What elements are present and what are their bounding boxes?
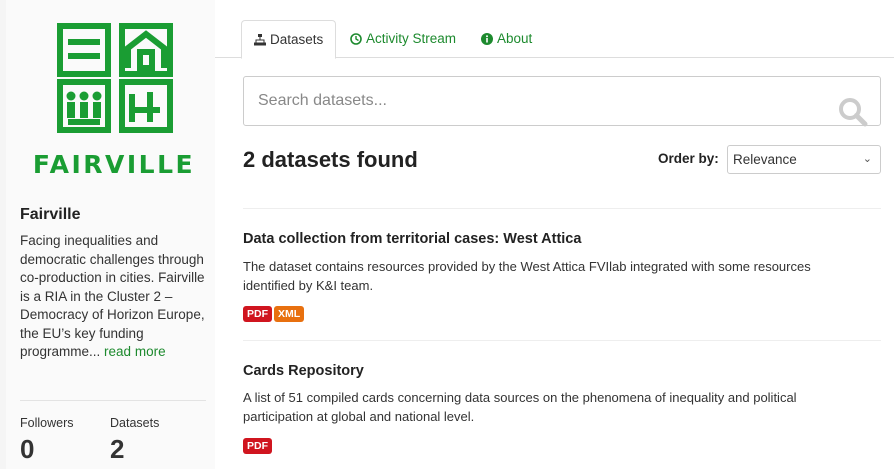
format-badge-pdf[interactable]: PDF <box>243 306 272 322</box>
clock-icon <box>350 33 362 45</box>
tab-datasets-label: Datasets <box>270 32 324 47</box>
brand-wordmark: FAIRVILLE <box>32 150 196 179</box>
datasets-stat: Datasets 2 <box>110 416 159 464</box>
organization-description: Facing inequalities and democratic chall… <box>20 232 206 362</box>
dataset-title[interactable]: Cards Repository <box>243 363 364 379</box>
datasets-count: 2 <box>110 434 125 464</box>
dataset-formats: PDF XML <box>243 304 306 322</box>
followers-label: Followers <box>20 416 74 430</box>
tab-activity-stream[interactable]: Activity Stream <box>338 20 468 58</box>
tab-bar: Datasets Activity Stream About <box>215 20 894 59</box>
search-box <box>243 76 881 127</box>
order-by-value: Relevance <box>733 152 797 167</box>
order-by-select[interactable]: Relevance ⌄ <box>727 145 881 174</box>
tab-datasets[interactable]: Datasets <box>241 20 337 59</box>
sidebar-divider <box>20 400 206 401</box>
fairville-logo-icon <box>57 23 173 133</box>
search-input[interactable] <box>258 90 818 112</box>
organization-name: Fairville <box>20 206 81 223</box>
dataset-title[interactable]: Data collection from territorial cases: … <box>243 231 581 247</box>
search-icon[interactable] <box>838 97 868 127</box>
dataset-description: A list of 51 compiled cards concerning d… <box>243 390 797 424</box>
order-by-label: Order by: <box>658 151 719 166</box>
dataset-formats: PDF <box>243 436 274 454</box>
organization-sidebar: FAIRVILLE Fairville Facing inequalities … <box>6 0 215 469</box>
chevron-down-icon: ⌄ <box>862 153 872 165</box>
followers-stat: Followers 0 <box>20 416 74 464</box>
main-content: Datasets Activity Stream About 2 dataset… <box>215 0 894 469</box>
dataset-divider <box>243 340 881 341</box>
sitemap-icon <box>254 34 266 46</box>
format-badge-pdf[interactable]: PDF <box>243 438 272 454</box>
format-badge-xml[interactable]: XML <box>274 306 305 322</box>
tab-about-label: About <box>497 31 533 46</box>
results-count: 2 datasets found <box>243 147 418 172</box>
results-divider <box>243 208 881 209</box>
followers-count: 0 <box>20 434 35 464</box>
dataset-description: The dataset contains resources provided … <box>243 259 811 293</box>
datasets-label: Datasets <box>110 416 160 430</box>
tab-about[interactable]: About <box>469 20 544 58</box>
tab-activity-stream-label: Activity Stream <box>366 31 457 46</box>
read-more-link[interactable]: read more <box>104 344 166 359</box>
info-icon <box>481 33 493 45</box>
organization-description-text: Facing inequalities and democratic chall… <box>20 233 205 359</box>
